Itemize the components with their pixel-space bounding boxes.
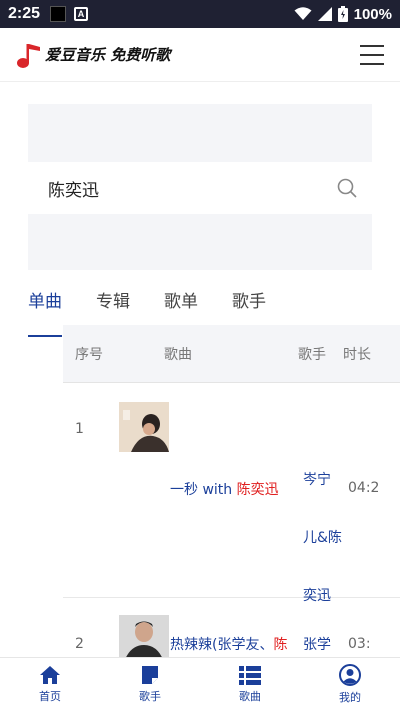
app-header: 爱豆音乐 免费听歌 (0, 28, 400, 82)
logo-text: 爱豆音乐 免费听歌 (45, 46, 171, 64)
status-time: 2:25 (8, 5, 41, 22)
notification-square-icon (50, 6, 67, 22)
app-logo[interactable]: 爱豆音乐 免费听歌 (16, 41, 170, 69)
song-title-text: 热辣辣(张学友、 (170, 637, 274, 653)
song-title-highlight: 陈 (273, 637, 288, 653)
nav-home-label: 首页 (39, 690, 61, 703)
singer-line: 岑宁 (303, 472, 331, 488)
battery-icon (337, 6, 348, 22)
search-panel: 陈奕迅 (28, 104, 372, 270)
song-list-icon (239, 666, 261, 685)
search-value[interactable]: 陈奕迅 (48, 176, 99, 201)
search-icon[interactable] (336, 177, 358, 199)
nav-home[interactable]: 首页 (0, 658, 100, 711)
cover-art (119, 615, 169, 660)
signal-icon (317, 7, 332, 21)
header-duration: 时长 (343, 347, 371, 363)
bottom-nav: 首页 歌手 歌曲 我的 (0, 657, 400, 711)
song-cover[interactable] (119, 402, 169, 452)
singer-line: 儿&陈 (303, 530, 342, 546)
music-note-logo-icon (17, 43, 40, 68)
song-title-text: 一秒 with (170, 482, 237, 498)
battery-percent: 100% (353, 5, 392, 23)
nav-mine[interactable]: 我的 (300, 658, 400, 711)
cover-art (119, 402, 169, 452)
song-table: 序号 歌曲 歌手 时长 1 一秒 with 陈奕迅 岑宁 儿&陈 奕迅 04:2… (63, 325, 400, 660)
song-title-highlight: 陈奕迅 (236, 482, 279, 498)
song-cover[interactable] (119, 615, 169, 660)
nav-singers-label: 歌手 (139, 690, 161, 703)
singer-note-icon (142, 666, 158, 684)
hamburger-menu-icon[interactable] (360, 44, 384, 65)
song-title[interactable]: 一秒 with 陈奕迅 (170, 479, 279, 499)
home-icon (40, 666, 60, 684)
row-index: 2 (75, 636, 84, 652)
singer-name[interactable]: 张学 (303, 634, 331, 654)
row-index: 1 (75, 421, 84, 437)
user-icon (339, 664, 361, 686)
table-row[interactable]: 1 一秒 with 陈奕迅 岑宁 儿&陈 奕迅 04:2 (63, 383, 400, 604)
table-row[interactable]: 2 热辣辣(张学友、陈 张学 03: (63, 598, 400, 660)
notification-a-icon: A (74, 7, 89, 21)
search-input[interactable]: 陈奕迅 (28, 162, 372, 214)
status-bar: 2:25 A 100% (0, 0, 400, 28)
header-index: 序号 (75, 347, 103, 363)
song-title[interactable]: 热辣辣(张学友、陈 (170, 634, 287, 654)
wifi-icon (294, 7, 312, 20)
table-header: 序号 歌曲 歌手 时长 (63, 325, 400, 383)
song-duration: 04:2 (348, 480, 380, 496)
tab-singles[interactable]: 单曲 (28, 282, 62, 337)
header-song: 歌曲 (164, 347, 192, 363)
nav-singers[interactable]: 歌手 (100, 658, 200, 711)
header-singer: 歌手 (298, 347, 326, 363)
song-duration: 03: (348, 636, 371, 652)
nav-mine-label: 我的 (339, 691, 361, 704)
nav-songs[interactable]: 歌曲 (200, 658, 300, 711)
nav-songs-label: 歌曲 (239, 690, 261, 703)
